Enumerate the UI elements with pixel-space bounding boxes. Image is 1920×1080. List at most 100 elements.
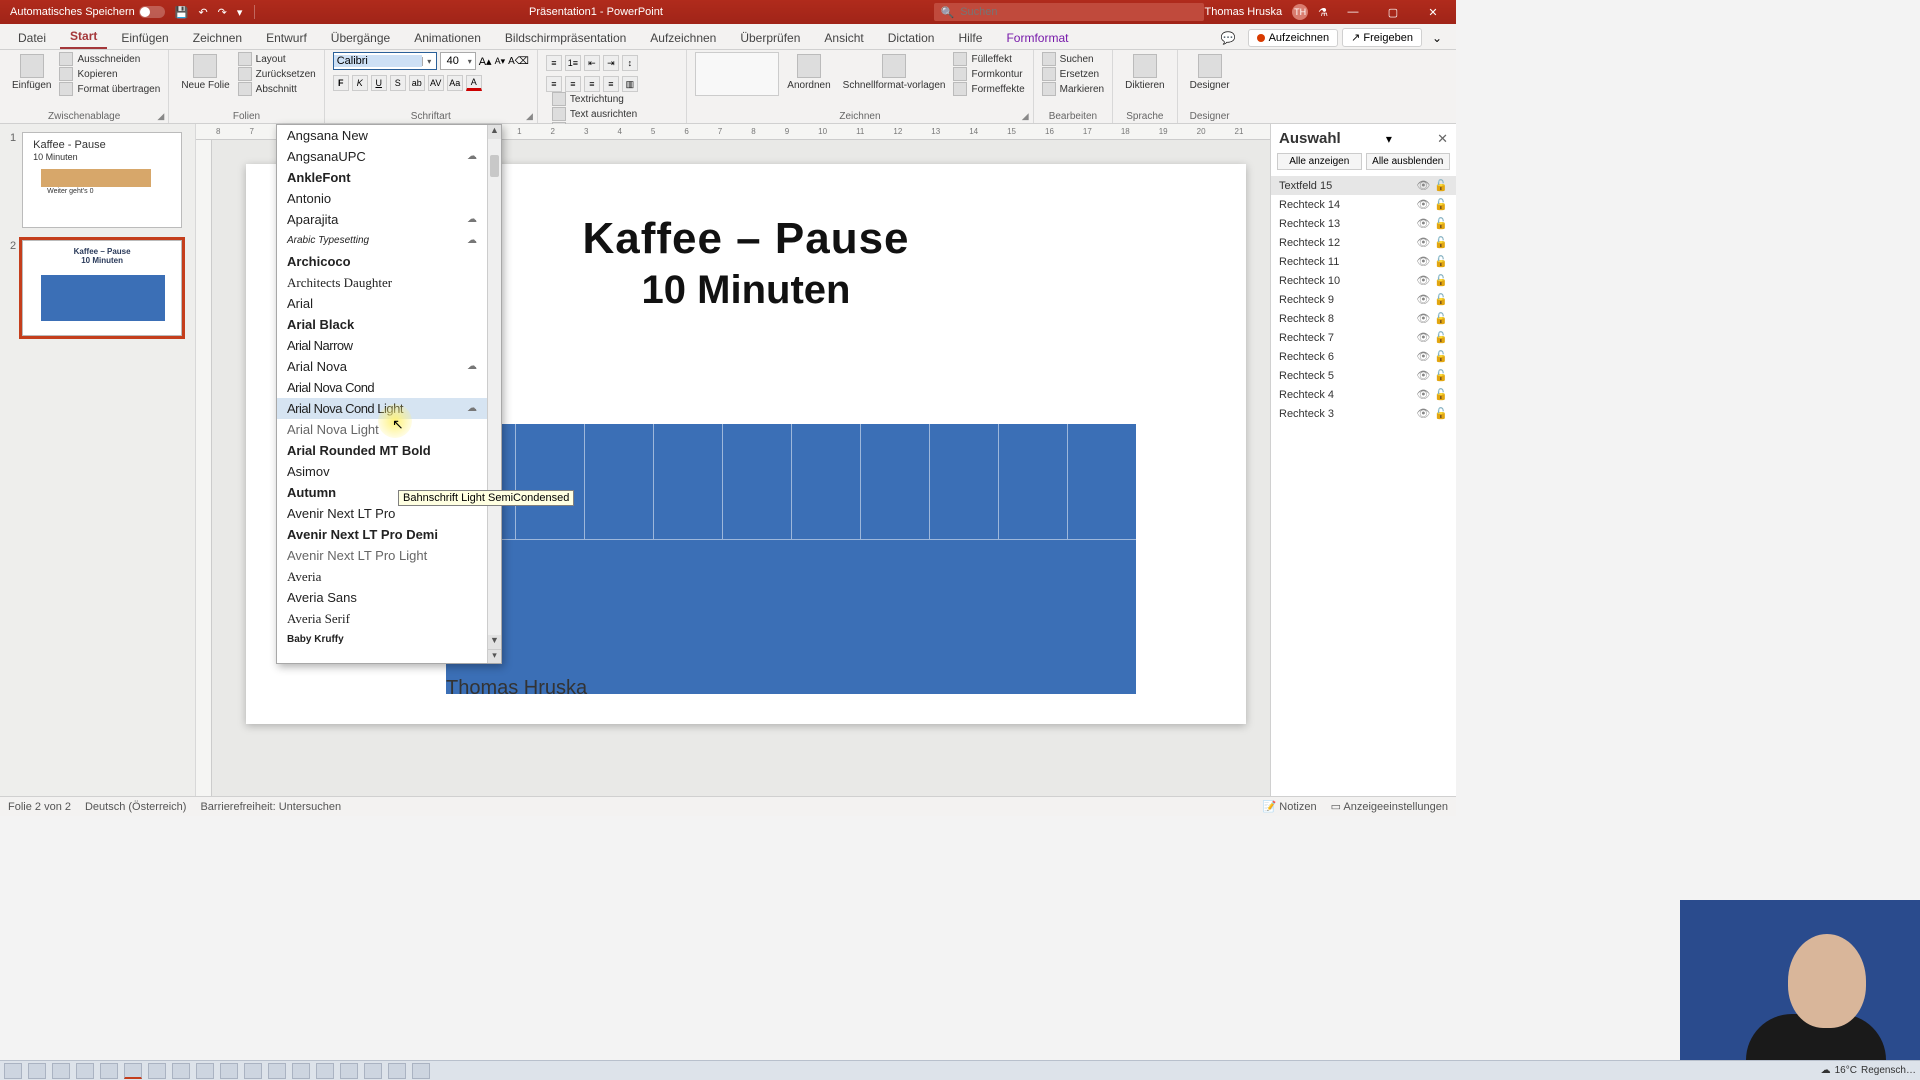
lock-icon[interactable]: 🔓 [1434, 236, 1448, 249]
font-name-combo[interactable]: ▾ [333, 52, 437, 70]
columns-button[interactable]: ▥ [622, 76, 638, 92]
taskbar-app-15[interactable] [340, 1063, 358, 1079]
undo-icon[interactable]: ↶ [198, 6, 207, 19]
autosave-switch[interactable] [139, 6, 165, 18]
font-option[interactable]: Arial Rounded MT Bold [277, 440, 487, 461]
taskbar-powerpoint[interactable] [124, 1063, 142, 1079]
shape-outline-button[interactable]: Formkontur [953, 67, 1024, 81]
tab-hilfe[interactable]: Hilfe [948, 27, 992, 49]
tab-übergänge[interactable]: Übergänge [321, 27, 400, 49]
taskbar-app-7[interactable] [148, 1063, 166, 1079]
visibility-icon[interactable]: 👁 [1416, 236, 1430, 249]
visibility-icon[interactable]: 👁 [1416, 407, 1430, 420]
reset-button[interactable]: Zurücksetzen [238, 67, 316, 81]
visibility-icon[interactable]: 👁 [1416, 293, 1430, 306]
visibility-icon[interactable]: 👁 [1416, 388, 1430, 401]
scroll-down-button[interactable]: ▼ [488, 635, 501, 649]
font-option[interactable]: Arial [277, 293, 487, 314]
coming-soon-icon[interactable]: ⚗ [1318, 6, 1328, 19]
lock-icon[interactable]: 🔓 [1434, 369, 1448, 382]
font-dropdown-list[interactable]: Angsana NewAngsanaUPC☁AnkleFontAntonioAp… [276, 124, 502, 664]
lock-icon[interactable]: 🔓 [1434, 407, 1448, 420]
designer-button[interactable]: Designer [1186, 52, 1234, 93]
numbering-button[interactable]: 1≡ [565, 55, 581, 71]
redo-icon[interactable]: ↷ [218, 6, 227, 19]
shape-fill-button[interactable]: Fülleffekt [953, 52, 1024, 66]
qat-more-icon[interactable]: ▾ [237, 6, 243, 19]
visibility-icon[interactable]: 👁 [1416, 369, 1430, 382]
shadow-button[interactable]: ab [409, 75, 425, 91]
lock-icon[interactable]: 🔓 [1434, 312, 1448, 325]
taskbar-app-18[interactable] [412, 1063, 430, 1079]
blue-rectangle-group[interactable] [446, 424, 1136, 694]
layout-button[interactable]: Layout [238, 52, 316, 66]
scroll-up-button[interactable]: ▲ [488, 125, 501, 139]
tab-formformat[interactable]: Formformat [996, 27, 1078, 49]
autosave-toggle[interactable]: Automatisches Speichern [10, 6, 165, 18]
font-option[interactable]: Asimov [277, 461, 487, 482]
font-option[interactable]: Arial Black [277, 314, 487, 335]
font-option[interactable]: AnkleFont [277, 167, 487, 188]
replace-button[interactable]: Ersetzen [1042, 67, 1104, 81]
taskbar-chrome[interactable] [76, 1063, 94, 1079]
tab-datei[interactable]: Datei [8, 27, 56, 49]
font-option[interactable]: Antonio [277, 188, 487, 209]
font-option[interactable]: Averia Sans [277, 587, 487, 608]
copy-button[interactable]: Kopieren [59, 67, 160, 81]
lock-icon[interactable]: 🔓 [1434, 293, 1448, 306]
selection-pane-close[interactable]: ✕ [1437, 131, 1448, 147]
tab-zeichnen[interactable]: Zeichnen [183, 27, 252, 49]
align-left-button[interactable]: ≡ [546, 76, 562, 92]
taskbar-explorer[interactable] [28, 1063, 46, 1079]
visibility-icon[interactable]: 👁 [1416, 274, 1430, 287]
taskbar-app-9[interactable] [196, 1063, 214, 1079]
tab-ansicht[interactable]: Ansicht [814, 27, 873, 49]
visibility-icon[interactable]: 👁 [1416, 350, 1430, 363]
visibility-icon[interactable]: 👁 [1416, 331, 1430, 344]
thumbnail-2[interactable]: 2 Kaffee – Pause10 Minuten [10, 240, 185, 336]
lock-icon[interactable]: 🔓 [1434, 217, 1448, 230]
quick-styles-button[interactable]: Schnellformat-vorlagen [839, 52, 950, 93]
align-center-button[interactable]: ≡ [565, 76, 581, 92]
tab-bildschirmpräsentation[interactable]: Bildschirmpräsentation [495, 27, 636, 49]
lock-icon[interactable]: 🔓 [1434, 388, 1448, 401]
tab-animationen[interactable]: Animationen [404, 27, 491, 49]
selection-item[interactable]: Rechteck 14👁🔓 [1271, 195, 1456, 214]
share-button[interactable]: ↗ Freigeben [1342, 28, 1422, 47]
font-option[interactable]: Arabic Typesetting☁ [277, 230, 487, 251]
author-text[interactable]: Thomas Hruska [446, 677, 587, 700]
font-option[interactable]: Averia [277, 566, 487, 587]
selection-item[interactable]: Rechteck 3👁🔓 [1271, 404, 1456, 423]
outdent-button[interactable]: ⇤ [584, 55, 600, 71]
notes-button[interactable]: 📝 Notizen [1263, 800, 1317, 813]
selection-item[interactable]: Textfeld 15👁🔓 [1271, 176, 1456, 195]
font-option[interactable]: AngsanaUPC☁ [277, 146, 487, 167]
comments-button[interactable]: 💬 [1213, 27, 1244, 49]
shape-effects-button[interactable]: Formeffekte [953, 82, 1024, 96]
weather-widget[interactable]: ☁ 16°C Regensch… [1821, 1065, 1916, 1076]
lock-icon[interactable]: 🔓 [1434, 255, 1448, 268]
tab-aufzeichnen[interactable]: Aufzeichnen [640, 27, 726, 49]
font-option[interactable]: Angsana New [277, 125, 487, 146]
align-right-button[interactable]: ≡ [584, 76, 600, 92]
taskbar-app-10[interactable] [220, 1063, 238, 1079]
selection-item[interactable]: Rechteck 11👁🔓 [1271, 252, 1456, 271]
slide-counter[interactable]: Folie 2 von 2 [8, 801, 71, 813]
font-list-scrollbar[interactable]: ▲ ▼ [487, 125, 501, 649]
paste-button[interactable]: Einfügen [8, 52, 55, 93]
font-option[interactable]: Architects Daughter [277, 272, 487, 293]
lock-icon[interactable]: 🔓 [1434, 274, 1448, 287]
case-button[interactable]: Aa [447, 75, 463, 91]
font-option[interactable]: Avenir Next LT Pro [277, 503, 487, 524]
text-direction-button[interactable]: Textrichtung [552, 92, 678, 106]
font-dropdown-button[interactable]: ▾ [422, 57, 436, 66]
font-color-button[interactable]: A [466, 75, 482, 91]
language-indicator[interactable]: Deutsch (Österreich) [85, 801, 186, 813]
font-size-combo[interactable]: ▾ [440, 52, 476, 70]
display-settings-button[interactable]: ▭ Anzeigeeinstellungen [1331, 800, 1448, 813]
user-avatar[interactable]: TH [1292, 4, 1308, 20]
font-option[interactable]: Arial Nova Cond [277, 377, 487, 398]
tab-entwurf[interactable]: Entwurf [256, 27, 317, 49]
font-option[interactable]: Averia Serif [277, 608, 487, 629]
shrink-font-button[interactable]: A▾ [495, 56, 506, 67]
